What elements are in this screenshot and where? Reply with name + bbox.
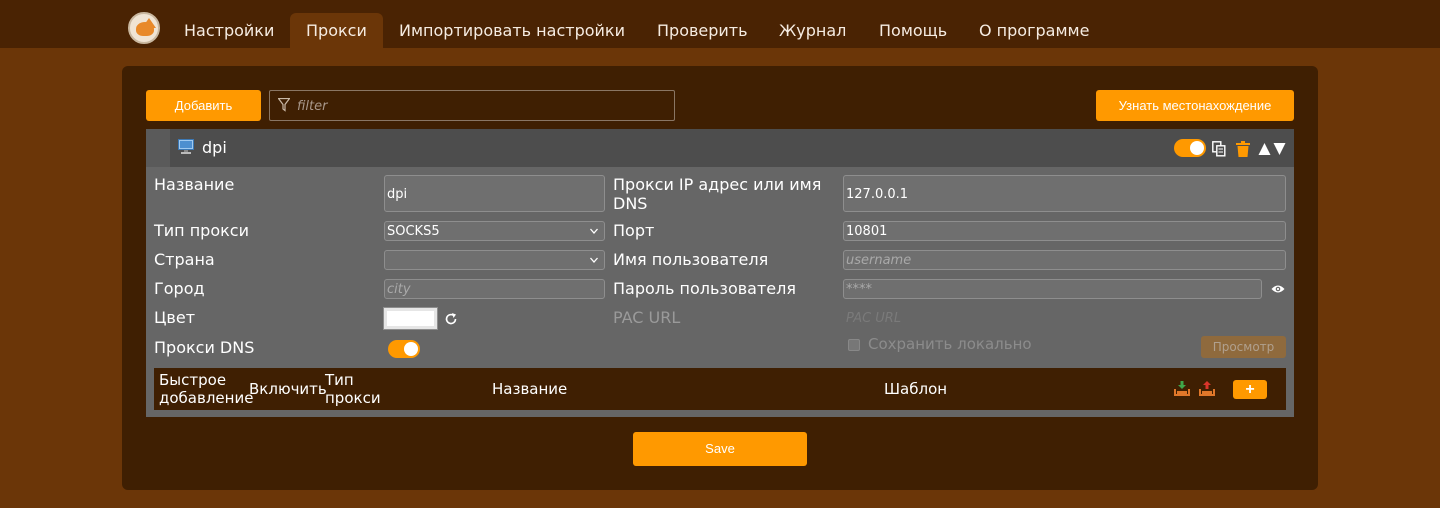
top-navigation: Настройки Прокси Импортировать настройки… (0, 0, 1440, 48)
pac-url-field: PAC URL (843, 308, 1286, 328)
nav-settings[interactable]: Настройки (168, 13, 290, 48)
show-password-icon[interactable] (1271, 284, 1285, 294)
color-label: Цвет (154, 308, 196, 327)
import-patterns-icon[interactable] (1174, 381, 1190, 396)
proxy-type-value: SOCKS5 (387, 224, 440, 239)
enable-column: Включить (249, 380, 327, 398)
name-column: Название (492, 380, 568, 398)
save-button[interactable]: Save (633, 432, 807, 466)
chevron-down-icon (590, 228, 598, 234)
patterns-header: Быстрое добавление Включить Тип прокси Н… (154, 368, 1286, 410)
foxyproxy-logo-icon (128, 12, 160, 44)
quick-add-column: Быстрое добавление (159, 371, 254, 407)
proxy-dns-toggle[interactable] (388, 340, 420, 358)
move-down-icon[interactable] (1273, 142, 1286, 156)
host-label: Прокси IP адрес или имя DNS (613, 175, 822, 213)
username-label: Имя пользователя (613, 250, 769, 269)
host-field[interactable]: 127.0.0.1 (843, 175, 1286, 212)
duplicate-icon[interactable] (1212, 141, 1226, 157)
chevron-down-icon (590, 257, 598, 263)
country-label: Страна (154, 250, 215, 269)
export-patterns-icon[interactable] (1199, 381, 1215, 396)
color-picker[interactable] (383, 307, 438, 330)
proxy-card-header: dpi (146, 129, 1294, 167)
proxy-type-select[interactable]: SOCKS5 (384, 221, 605, 241)
nav-import-settings[interactable]: Импортировать настройки (383, 13, 641, 48)
proxy-dns-label: Прокси DNS (154, 338, 255, 357)
template-column: Шаблон (884, 380, 948, 398)
store-locally-checkbox (848, 339, 860, 351)
proxy-card: dpi Название dpi Тип прокси SOCKS5 Стран… (146, 129, 1294, 417)
proxy-type-column: Тип прокси (325, 371, 381, 407)
port-label: Порт (613, 221, 655, 240)
nav-help[interactable]: Помощь (863, 13, 963, 48)
port-field[interactable]: 10801 (843, 221, 1286, 241)
password-label: Пароль пользователя (613, 279, 796, 298)
country-select[interactable] (384, 250, 605, 270)
nav-log[interactable]: Журнал (763, 13, 862, 48)
drag-handle[interactable] (146, 129, 170, 167)
city-field[interactable]: city (384, 279, 605, 299)
nav-about[interactable]: О программе (963, 13, 1105, 48)
store-locally-label: Сохранить локально (868, 335, 1032, 353)
get-location-button[interactable]: Узнать местонахождение (1096, 90, 1294, 121)
delete-icon[interactable] (1236, 141, 1250, 157)
city-label: Город (154, 279, 205, 298)
nav-proxies[interactable]: Прокси (290, 13, 383, 48)
proxy-enabled-toggle[interactable] (1174, 139, 1206, 157)
move-up-icon[interactable] (1258, 142, 1271, 156)
username-field[interactable]: username (843, 250, 1286, 270)
view-pac-button: Просмотр (1201, 336, 1286, 358)
proxy-title: dpi (202, 138, 227, 157)
computer-icon (178, 139, 194, 154)
pac-url-label: PAC URL (613, 308, 681, 327)
refresh-icon[interactable] (444, 312, 458, 326)
name-label: Название (154, 175, 235, 194)
name-field[interactable]: dpi (384, 175, 605, 212)
filter-input[interactable] (297, 95, 657, 117)
add-pattern-button[interactable]: + (1233, 380, 1267, 399)
filter-box[interactable] (269, 90, 675, 121)
filter-icon (278, 98, 290, 112)
password-field[interactable]: **** (843, 279, 1262, 299)
add-proxy-button[interactable]: Добавить (146, 90, 261, 121)
proxy-type-label: Тип прокси (154, 221, 249, 240)
nav-test[interactable]: Проверить (641, 13, 764, 48)
